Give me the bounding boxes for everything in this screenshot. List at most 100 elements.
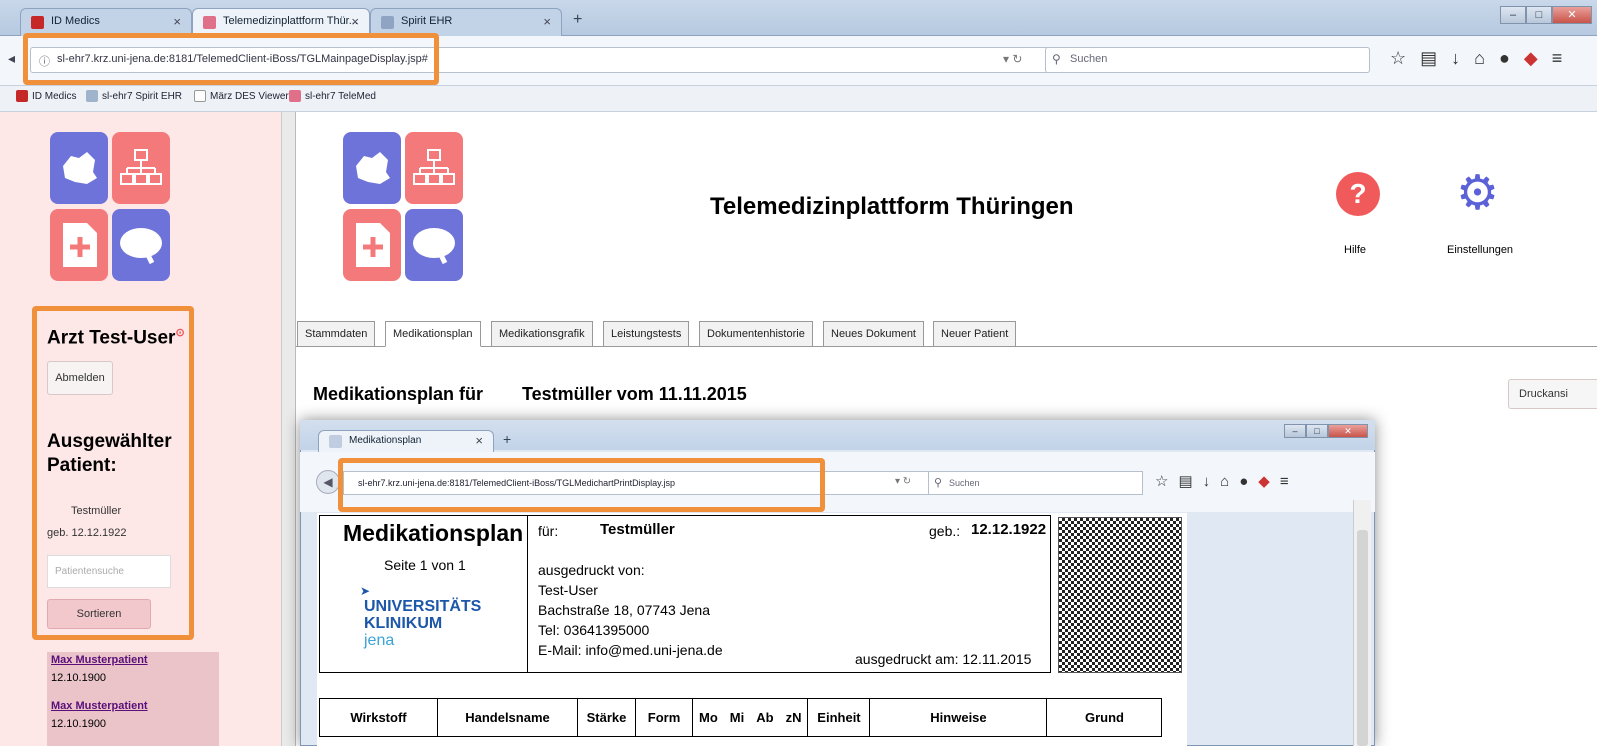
bookmark-idmedics[interactable]: ID Medics [16,90,76,102]
popup-scrollbar[interactable] [1353,500,1371,746]
minimize-icon[interactable]: – [1500,6,1526,24]
patient-dob: 12.10.1900 [51,672,107,684]
back-icon[interactable]: ◂ [8,50,15,67]
download-icon[interactable]: ↓ [1451,48,1474,68]
popup-back-icon[interactable]: ◀ [316,470,340,494]
scrollbar-thumb[interactable] [1357,530,1368,746]
clinic-logo-text: UNIVERSITÄTS KLINIKUM jena [364,598,481,649]
sort-button[interactable]: Sortieren [47,599,151,629]
bookmark-label: März DES Viewer [210,90,289,102]
settings-gear-icon[interactable]: ⚙ [1456,170,1499,218]
home-icon[interactable]: ⌂ [1474,48,1499,68]
sort-label: Sortieren [76,608,122,620]
app-title: Telemedizinplattform Thüringen [710,193,1074,220]
bookmark-star-icon[interactable]: ☆ [1390,48,1420,68]
settings-label[interactable]: Einstellungen [1447,244,1513,256]
close-icon[interactable]: × [351,14,359,29]
home-icon[interactable]: ⌂ [1220,473,1239,490]
logout-button[interactable]: Abmelden [47,361,113,395]
network-icon [405,132,463,204]
browser-tab-label: Spirit EHR [401,15,453,27]
patient-list-item[interactable]: Max Musterpatient 12.10.1900 [47,652,219,698]
popup-tab-medikationsplan[interactable]: Medikationsplan × [318,430,494,452]
reload-icon[interactable]: ▾ ↻ [1003,52,1022,66]
plan-patient-date: Testmüller vom 11.11.2015 [522,384,747,404]
search-icon: ⚲ [1052,52,1061,66]
clinic-logo-icon: ➤ [360,584,371,598]
popup-search-input[interactable]: ⚲ Suchen [928,471,1143,495]
close-icon[interactable]: × [173,14,181,29]
patient-link[interactable]: Max Musterpatient [51,700,215,712]
bookmark-spirit[interactable]: sl-ehr7 Spirit EHR [86,90,182,102]
selected-patient-name: Testmüller [71,505,122,517]
browser-tab-idmedics[interactable]: ID Medics × [20,8,192,36]
window-close-icon[interactable]: ✕ [1552,6,1592,24]
brain-icon [405,209,463,281]
print-view-button[interactable]: Druckansi [1508,379,1597,409]
extension-icon[interactable]: ◆ [1524,48,1552,68]
bookmark-star-icon[interactable]: ☆ [1155,473,1178,490]
close-icon[interactable]: × [543,14,551,29]
close-icon[interactable]: × [475,433,483,448]
patient-link[interactable]: Max Musterpatient [51,654,215,666]
logout-label: Abmelden [55,372,105,384]
reading-list-icon[interactable]: ▤ [1420,48,1451,68]
browser-toolbar-icons: ☆▤↓⌂●◆≡ [1390,48,1576,69]
maximize-icon[interactable]: □ [1526,6,1552,24]
datamatrix-barcode-icon [1058,517,1182,673]
plan-for-label: Medikationsplan für [313,384,484,404]
browser-tab-spirit[interactable]: Spirit EHR × [370,8,562,36]
doc-page: Seite 1 von 1 [384,557,466,573]
new-tab-icon[interactable]: + [573,11,582,29]
for-label: für: [538,523,559,539]
patient-search-input[interactable]: Patientensuche [47,555,171,588]
bookmark-maerz[interactable]: März DES Viewer [194,90,289,102]
menu-icon[interactable]: ≡ [1552,48,1577,68]
doc-divider [527,515,528,673]
search-icon: ⚲ [934,477,943,489]
popup-maximize-icon[interactable]: □ [1306,424,1328,438]
logo-line: UNIVERSITÄTS [364,598,482,615]
user-name: Arzt Test-User⊙ [47,326,185,349]
popup-reload-icon[interactable]: ▾ ↻ [895,476,911,487]
telemed-favicon-icon [203,16,216,29]
spirit-favicon-icon [381,16,394,29]
tab-medikationsgrafik[interactable]: Medikationsgrafik [491,321,593,347]
browser-tab-label: ID Medics [51,15,100,27]
download-icon[interactable]: ↓ [1203,473,1221,490]
printed-by-block: ausgedruckt von: Test-User Bachstraße 18… [538,560,723,660]
thuringia-map-icon [50,132,108,204]
tab-stammdaten[interactable]: Stammdaten [297,321,376,347]
printed-by: Test-User [538,582,598,598]
popup-minimize-icon[interactable]: – [1284,424,1306,438]
printed-by-label: ausgedruckt von: [538,562,645,578]
col-wirkstoff: Wirkstoff [319,698,438,737]
extension-icon[interactable]: ◆ [1258,473,1280,490]
bookmark-telemed[interactable]: sl-ehr7 TeleMed [289,90,376,102]
chat-icon[interactable]: ● [1499,48,1524,68]
popup-url-highlight-box [338,458,825,512]
selected-patient-heading: Ausgewählter Patient: [47,431,172,476]
bookmark-label: ID Medics [32,90,77,102]
menu-icon[interactable]: ≡ [1280,473,1299,490]
patient-list-item[interactable]: Max Musterpatient 12.10.1900 [47,698,219,746]
tab-leistungstests[interactable]: Leistungstests [603,321,690,347]
col-handelsname: Handelsname [437,698,578,737]
chat-icon[interactable]: ● [1239,473,1258,490]
sidebar-splitter[interactable] [282,112,296,746]
tab-medikationsplan[interactable]: Medikationsplan [385,321,481,347]
sidebar-logo [50,132,170,282]
tab-neues-dokument[interactable]: Neues Dokument [823,321,924,347]
tab-dokumentenhistorie[interactable]: Dokumentenhistorie [699,321,813,347]
thuringia-map-icon [343,132,401,204]
network-icon [112,132,170,204]
reading-list-icon[interactable]: ▤ [1178,473,1202,490]
browser-tab-telemed[interactable]: Telemedizinplattform Thür... × [192,8,370,36]
browser-search-input[interactable]: ⚲ Suchen [1045,47,1370,73]
help-icon[interactable]: ? [1336,172,1380,216]
popup-close-icon[interactable]: ✕ [1328,424,1368,438]
popup-tab-label: Medikationsplan [349,435,422,446]
help-label[interactable]: Hilfe [1344,244,1366,256]
popup-new-tab-icon[interactable]: + [503,431,511,447]
tab-neuer-patient[interactable]: Neuer Patient [933,321,1017,347]
